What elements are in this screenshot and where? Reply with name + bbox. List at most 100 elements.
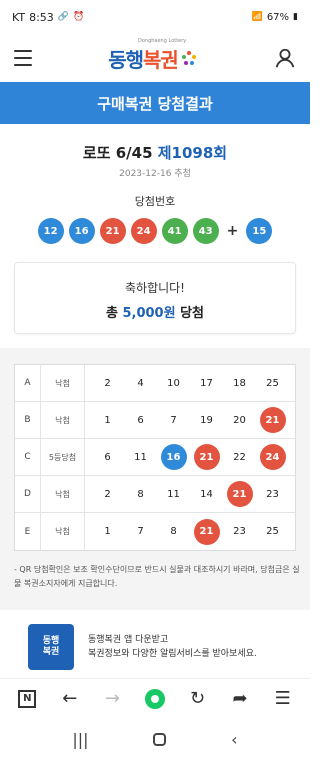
picked-number: 4 — [137, 377, 144, 389]
n-icon[interactable]: N — [12, 684, 42, 714]
page-title: 구매복권 당첨결과 — [97, 94, 213, 113]
results-table: A 낙첨 2 4 10 17 18 25 B 낙첨 1 6 7 19 20 21 C 5등당첨 6 11 16 21 22 2… — [14, 364, 296, 551]
picked-number: 7 — [170, 414, 177, 426]
result-status: 낙첨 — [41, 402, 85, 438]
battery-label: 67% — [266, 11, 290, 23]
picked-numbers: 1 6 7 19 20 21 — [85, 407, 295, 433]
winning-ball: 24 — [130, 218, 157, 244]
page-title-bar: 구매복권 당첨결과 — [0, 82, 310, 124]
result-row: C 5등당첨 6 11 16 21 22 24 — [15, 439, 295, 476]
picked-numbers: 6 11 16 21 22 24 — [85, 444, 295, 470]
bonus-ball: 15 — [246, 218, 273, 244]
link-icon: 🔗 — [57, 11, 70, 22]
picked-number: 18 — [233, 377, 246, 389]
result-status: 5등당첨 — [41, 439, 85, 475]
result-status: 낙첨 — [41, 476, 85, 512]
matched-number: 16 — [160, 444, 187, 470]
picked-number: 23 — [266, 488, 279, 500]
time-label: 8:53 — [29, 10, 54, 24]
share-icon[interactable]: ➦ — [225, 684, 255, 714]
refresh-icon[interactable]: ↻ — [183, 684, 213, 714]
picked-number: 2 — [104, 377, 111, 389]
winning-numbers: 12 16 21 24 41 43 + 15 — [0, 218, 310, 244]
result-row: D 낙첨 2 8 11 14 21 23 — [15, 476, 295, 513]
back-icon[interactable]: ‹ — [231, 730, 237, 749]
picked-number: 25 — [266, 377, 279, 389]
game-label: A — [15, 365, 41, 401]
status-bar: KT 8:53 🔗 ⏰ 📶 67% ▮ — [0, 0, 310, 34]
menu-lines-icon[interactable]: ☰ — [268, 684, 298, 714]
matched-number: 21 — [259, 407, 286, 433]
winning-ball: 21 — [99, 218, 126, 244]
app-logo: 동행 복권 — [28, 624, 74, 670]
congrats-box: 축하합니다! 총 5,000원 당첨 — [14, 262, 296, 334]
game-label: B — [15, 402, 41, 438]
wifi-icon: 📶 — [251, 11, 263, 22]
winning-ball: 43 — [192, 218, 219, 244]
picked-number: 14 — [200, 488, 213, 500]
picked-number: 10 — [167, 377, 180, 389]
green-home-icon[interactable] — [140, 684, 170, 714]
matched-number: 21 — [193, 518, 220, 545]
picked-number: 7 — [137, 526, 144, 537]
qr-notice: - QR 당첨확인은 보조 확인수단이므로 반드시 실물과 대조하시기 바라며,… — [14, 565, 300, 588]
result-status: 낙첨 — [41, 513, 85, 550]
winning-ball: 41 — [161, 218, 188, 244]
promo-text: 동행복권 앱 다운받고 복권정보와 다양한 알림서비스를 받아보세요. — [88, 635, 257, 659]
battery-icon: ▮ — [293, 11, 298, 22]
draw-date: 2023-12-16 추첨 — [119, 169, 191, 179]
winning-ball: 12 — [37, 218, 64, 244]
matched-number: 21 — [226, 481, 253, 507]
picked-number: 6 — [137, 414, 144, 426]
picked-number: 20 — [233, 414, 246, 426]
matched-number: 24 — [259, 444, 286, 470]
winning-numbers-label: 당첨번호 — [134, 195, 176, 208]
picked-number: 2 — [104, 488, 111, 500]
picked-number: 8 — [137, 488, 144, 500]
picked-number: 19 — [200, 414, 213, 426]
picked-number: 23 — [233, 526, 246, 537]
total-prize: 총 5,000원 당첨 — [105, 306, 205, 321]
game-label: E — [15, 513, 41, 550]
user-icon[interactable] — [274, 47, 296, 69]
logo-subtitle: Donghaeng Lottery — [138, 38, 187, 44]
result-status: 낙첨 — [41, 365, 85, 401]
picked-number: 11 — [134, 451, 147, 463]
picked-number: 17 — [200, 377, 213, 389]
logo-text: 동행복권 — [108, 47, 179, 72]
round-title: 로또 6/45 제1098회 — [82, 144, 228, 162]
picked-number: 1 — [104, 526, 111, 537]
logo-sparkle-icon — [181, 51, 196, 65]
matched-number: 21 — [193, 444, 220, 470]
result-row: A 낙첨 2 4 10 17 18 25 — [15, 365, 295, 402]
app-promo[interactable]: 동행 복권 동행복권 앱 다운받고 복권정보와 다양한 알림서비스를 받아보세요… — [0, 616, 310, 678]
picked-numbers: 2 8 11 14 21 23 — [85, 481, 295, 507]
picked-number: 8 — [170, 526, 177, 537]
system-navigation: ||| ‹ — [0, 718, 310, 760]
alarm-icon: ⏰ — [73, 11, 85, 22]
forward-arrow-icon[interactable]: → — [97, 684, 127, 714]
congrats-message: 축하합니다! — [124, 281, 185, 295]
home-icon[interactable] — [153, 732, 167, 746]
picked-number: 25 — [266, 526, 279, 537]
site-logo[interactable]: 동행복권 — [108, 44, 198, 73]
game-label: D — [15, 476, 41, 512]
carrier-label: KT — [12, 10, 26, 24]
result-row: E 낙첨 1 7 8 21 23 25 — [15, 513, 295, 550]
picked-number: 6 — [104, 451, 111, 463]
browser-toolbar: N ← → ↻ ➦ ☰ — [0, 678, 310, 718]
picked-numbers: 2 4 10 17 18 25 — [85, 370, 295, 396]
plus-sign: + — [226, 223, 239, 239]
round-number: 제1098회 — [157, 144, 228, 162]
recent-apps-icon[interactable]: ||| — [72, 730, 88, 749]
picked-number: 22 — [233, 451, 246, 463]
game-label: C — [15, 439, 41, 475]
winning-ball: 16 — [68, 218, 95, 244]
result-row: B 낙첨 1 6 7 19 20 21 — [15, 402, 295, 439]
picked-numbers: 1 7 8 21 23 25 — [85, 518, 295, 545]
picked-number: 1 — [104, 414, 111, 426]
prize-amount: 5,000원 — [122, 306, 176, 321]
picked-number: 11 — [167, 488, 180, 500]
hamburger-icon[interactable] — [14, 50, 32, 66]
back-arrow-icon[interactable]: ← — [55, 684, 85, 714]
